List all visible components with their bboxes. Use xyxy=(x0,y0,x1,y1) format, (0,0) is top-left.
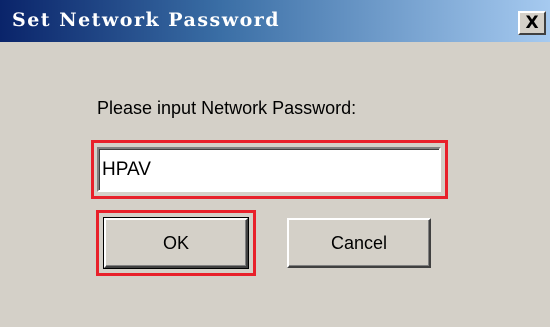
close-icon: X xyxy=(525,12,539,33)
password-prompt-label: Please input Network Password: xyxy=(97,98,357,118)
set-network-password-dialog: Set Network Password X Please input Netw… xyxy=(0,0,550,327)
cancel-button[interactable]: Cancel xyxy=(287,218,431,268)
title-bar[interactable]: Set Network Password X xyxy=(0,0,550,42)
ok-button[interactable]: OK xyxy=(103,217,249,269)
close-button[interactable]: X xyxy=(518,11,546,35)
window-title: Set Network Password xyxy=(12,9,281,31)
network-password-input[interactable] xyxy=(97,147,441,192)
